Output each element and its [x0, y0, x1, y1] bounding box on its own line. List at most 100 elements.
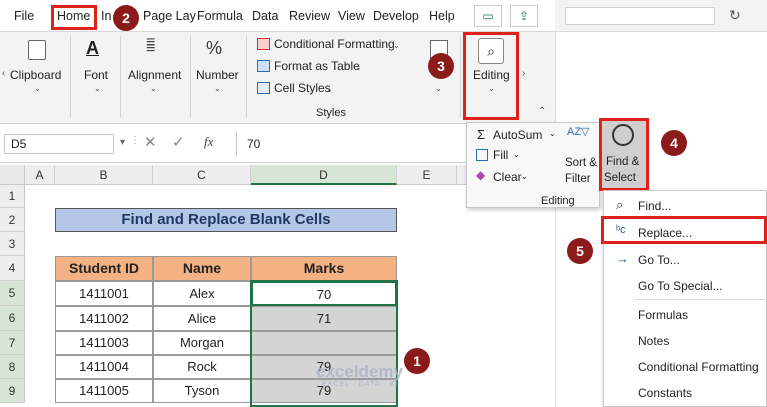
row-header-1[interactable]: 1: [0, 185, 25, 208]
cell-marks-active[interactable]: 70: [251, 281, 397, 306]
name-box[interactable]: D5: [4, 134, 114, 154]
clear-button[interactable]: Clear: [493, 170, 522, 184]
row-header-8[interactable]: 8: [0, 355, 25, 379]
chevron-down-icon: ⌄: [150, 84, 157, 93]
cell-student-id[interactable]: 1411004: [55, 355, 153, 379]
menu-item-go-to[interactable]: Go To...: [638, 253, 680, 267]
cell-student-id[interactable]: 1411005: [55, 379, 153, 403]
column-header-b[interactable]: B: [55, 165, 153, 185]
group-number[interactable]: Number: [196, 68, 239, 82]
tab-page-layout[interactable]: Page Lay: [143, 9, 196, 23]
search-icon: ⌕: [616, 197, 624, 212]
chevron-down-icon: ⌄: [521, 172, 528, 181]
autosum-icon: Σ: [477, 127, 486, 142]
column-header-d[interactable]: D: [251, 165, 397, 185]
tab-view[interactable]: View: [338, 9, 365, 23]
menu-item-go-to-special[interactable]: Go To Special...: [638, 279, 723, 293]
chevron-down-icon: ⌄: [214, 84, 221, 93]
group-alignment[interactable]: Alignment: [128, 68, 181, 82]
header-name[interactable]: Name: [153, 256, 251, 281]
share-icon[interactable]: ⇪: [510, 5, 538, 27]
chevron-down-icon: ⌄: [326, 85, 333, 94]
font-icon[interactable]: A: [86, 38, 99, 59]
cell-name[interactable]: Morgan: [153, 331, 251, 355]
conditional-formatting-button[interactable]: Conditional Formatting: [274, 37, 395, 51]
row-header-5[interactable]: 5: [0, 281, 25, 306]
tab-data[interactable]: Data: [252, 9, 278, 23]
conditional-formatting-icon: [257, 38, 270, 50]
step-badge-2: 2: [113, 5, 139, 31]
home-tab-highlight: [51, 5, 97, 30]
scroll-left-icon[interactable]: ‹: [2, 68, 5, 79]
cell-styles-icon: [257, 82, 270, 94]
more-options-icon: ⋮: [130, 135, 140, 146]
row-header-7[interactable]: 7: [0, 331, 25, 355]
tab-file[interactable]: File: [14, 9, 34, 23]
enter-icon[interactable]: ✓: [172, 133, 185, 151]
step-badge-3: 3: [428, 53, 454, 79]
cell-marks-blank[interactable]: [251, 331, 397, 355]
sheet-title-cell[interactable]: Find and Replace Blank Cells: [55, 208, 397, 232]
menu-item-notes[interactable]: Notes: [638, 334, 669, 348]
menu-item-constants[interactable]: Constants: [638, 386, 692, 400]
tab-insert[interactable]: In: [101, 9, 111, 23]
editing-dropdown: Σ AutoSum ⌄ Fill ⌄ ◆ Clear ⌄ AZ▽ Sort & …: [466, 122, 600, 208]
alignment-icon[interactable]: ≡ ≡: [146, 35, 155, 57]
header-student-id[interactable]: Student ID: [55, 256, 153, 281]
editing-group-label: Editing: [541, 195, 575, 207]
row-header-3[interactable]: 3: [0, 232, 25, 256]
sort-filter-label-line1[interactable]: Sort &: [565, 157, 597, 169]
eraser-icon: ◆: [476, 168, 486, 182]
format-as-table-button[interactable]: Format as Table: [274, 59, 360, 73]
tab-formulas[interactable]: Formula: [197, 9, 243, 23]
cell-name[interactable]: Tyson: [153, 379, 251, 403]
cancel-icon[interactable]: ✕: [144, 133, 157, 151]
find-select-highlight: [599, 118, 649, 191]
cell-name[interactable]: Rock: [153, 355, 251, 379]
cell-marks[interactable]: 71: [251, 306, 397, 331]
cell-student-id[interactable]: 1411003: [55, 331, 153, 355]
cell-student-id[interactable]: 1411002: [55, 306, 153, 331]
percent-icon[interactable]: %: [206, 38, 222, 59]
cell-name[interactable]: Alice: [153, 306, 251, 331]
background-search-field: [565, 7, 715, 25]
row-header-9[interactable]: 9: [0, 379, 25, 403]
header-marks[interactable]: Marks: [251, 256, 397, 281]
comments-icon[interactable]: ▭: [474, 5, 502, 27]
name-box-chevron-icon[interactable]: ▾: [120, 137, 125, 148]
group-font[interactable]: Font: [84, 68, 108, 82]
scroll-right-icon[interactable]: ›: [522, 68, 525, 79]
autosum-button[interactable]: AutoSum: [493, 128, 542, 142]
paste-icon[interactable]: [28, 40, 46, 60]
background-window-toolbar: ↻: [555, 0, 767, 32]
tab-review[interactable]: Review: [289, 9, 330, 23]
column-header-a[interactable]: A: [25, 165, 55, 185]
chevron-down-icon: ⌄: [34, 84, 41, 93]
arrow-right-icon: →: [616, 251, 629, 266]
menu-item-find[interactable]: Find...: [638, 199, 671, 213]
cell-styles-button[interactable]: Cell Styles: [274, 81, 331, 95]
cell-name[interactable]: Alex: [153, 281, 251, 306]
menu-item-formulas[interactable]: Formulas: [638, 308, 688, 322]
column-header-c[interactable]: C: [153, 165, 251, 185]
chevron-down-icon: ⌄: [513, 150, 520, 159]
row-header-2[interactable]: 2: [0, 208, 25, 232]
watermark-tagline: EXCEL · DATA · BI: [322, 381, 398, 388]
fill-button[interactable]: Fill: [493, 148, 508, 162]
replace-highlight: [601, 216, 767, 244]
row-header-6[interactable]: 6: [0, 306, 25, 331]
sort-filter-label-line2[interactable]: Filter: [565, 173, 591, 185]
insert-function-icon[interactable]: fx: [204, 134, 213, 150]
tab-help[interactable]: Help: [429, 9, 455, 23]
select-all-corner[interactable]: [0, 165, 25, 185]
cell-student-id[interactable]: 1411001: [55, 281, 153, 306]
tab-developer[interactable]: Develop: [373, 9, 419, 23]
menu-item-conditional-formatting[interactable]: Conditional Formatting: [638, 360, 759, 374]
group-clipboard[interactable]: Clipboard: [10, 68, 61, 82]
column-header-e[interactable]: E: [397, 165, 457, 185]
chevron-down-icon: ⌄: [94, 84, 101, 93]
chevron-down-icon: ⌄: [393, 41, 400, 50]
refresh-icon: ↻: [729, 7, 741, 23]
collapse-ribbon-icon[interactable]: ⌃: [538, 106, 546, 117]
row-header-4[interactable]: 4: [0, 256, 25, 281]
